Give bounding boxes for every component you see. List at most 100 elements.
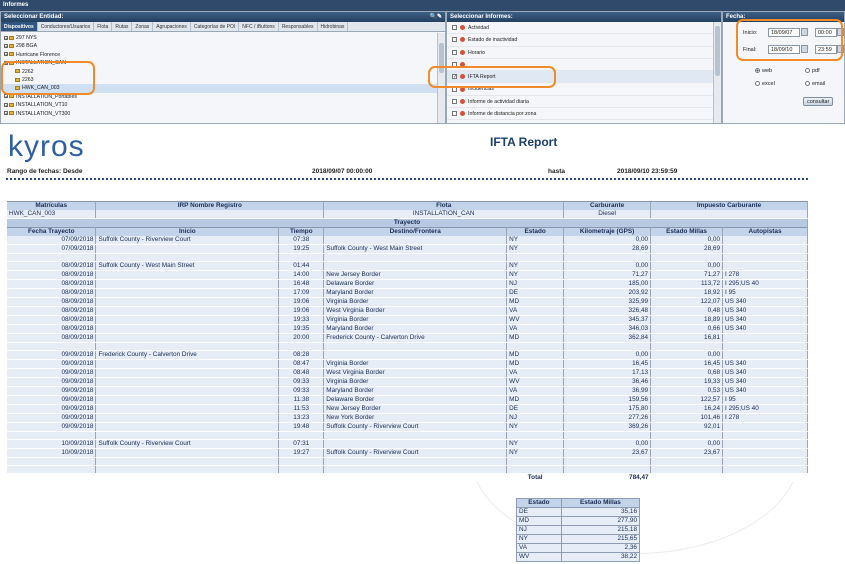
table-cell bbox=[323, 261, 508, 272]
range-label: Rango de fechas: Desde bbox=[7, 168, 83, 175]
table-cell: 71,27 bbox=[563, 270, 652, 281]
table-cell bbox=[506, 465, 565, 475]
tree-node[interactable]: + INSTALLATION_VT300 bbox=[3, 110, 443, 118]
consult-button[interactable]: consultar bbox=[803, 97, 834, 106]
table-row: Matrículas IRP Nombre Registro Flota Carbur… bbox=[7, 201, 808, 210]
tab-4[interactable]: Zonas bbox=[132, 22, 154, 31]
expand-toggle-icon[interactable]: + bbox=[4, 35, 8, 40]
table-cell bbox=[323, 457, 508, 467]
table-cell bbox=[650, 342, 724, 352]
tab-7[interactable]: NFC / iButtons bbox=[239, 22, 279, 31]
report-checkbox[interactable] bbox=[452, 49, 457, 55]
tab-6[interactable]: Categorías de POI bbox=[191, 22, 240, 31]
table-row: 08/09/2018 20:00 Frederick County - Calver… bbox=[7, 333, 808, 344]
format-excel-radio[interactable]: excel bbox=[755, 81, 775, 87]
tab-1[interactable]: Conductores/Usuarios bbox=[38, 22, 95, 31]
tab-2[interactable]: Flota bbox=[94, 22, 113, 31]
report-item[interactable]: Horario bbox=[447, 47, 715, 59]
format-email-radio[interactable]: email bbox=[805, 81, 825, 87]
table-cell: 01:44 bbox=[278, 261, 325, 272]
table-cell bbox=[722, 465, 808, 475]
table-cell bbox=[278, 431, 325, 441]
report-checkbox[interactable] bbox=[452, 98, 457, 104]
ifta-table: Matrículas IRP Nombre Registro Flota Carbur… bbox=[7, 201, 808, 483]
report-list-scrollbar[interactable] bbox=[713, 22, 721, 123]
table-cell: VA bbox=[506, 368, 565, 379]
table-cell: 14:00 bbox=[278, 270, 325, 281]
folder-icon bbox=[9, 111, 14, 116]
table-cell: 07:31 bbox=[278, 439, 325, 450]
table-cell: VA bbox=[506, 306, 565, 317]
table-row: 09/09/2018 08:47 Virginia Border MD 16,45 16,… bbox=[7, 359, 808, 370]
summary-row: WV 38,22 bbox=[516, 552, 641, 562]
table-cell bbox=[95, 448, 280, 459]
expand-toggle-icon[interactable]: + bbox=[4, 44, 8, 49]
table-cell: 09/09/2018 bbox=[7, 413, 97, 424]
expand-toggle-icon[interactable]: + bbox=[4, 102, 8, 107]
table-cell bbox=[95, 457, 280, 467]
tree-node[interactable]: + Hurricane Florence bbox=[3, 51, 443, 59]
table-cell: 13:23 bbox=[278, 413, 325, 424]
format-web-radio[interactable]: web bbox=[755, 68, 772, 74]
table-cell bbox=[323, 236, 508, 245]
table-cell bbox=[95, 395, 280, 406]
tree-node[interactable]: +298 BGA bbox=[3, 42, 443, 50]
table-cell: 23,67 bbox=[650, 448, 724, 459]
table-cell bbox=[95, 288, 280, 299]
table-cell: 113,72 bbox=[650, 279, 724, 290]
summary-header: Estado Estado Millas bbox=[516, 498, 641, 508]
table-cell: US 340 bbox=[722, 368, 808, 379]
table-cell bbox=[323, 253, 508, 263]
table-cell: I 295;US 40 bbox=[722, 279, 808, 290]
table-cell: NY bbox=[506, 244, 565, 254]
table-cell: Suffolk County - West Main Street bbox=[95, 261, 280, 272]
report-item[interactable]: Estado de inactividad bbox=[447, 34, 715, 47]
table-cell: 09/09/2018 bbox=[7, 404, 97, 415]
table-cell: 28,69 bbox=[650, 244, 724, 254]
table-cell: WV bbox=[506, 315, 565, 326]
table-cell: 0,68 bbox=[650, 368, 724, 379]
table-cell: US 340 bbox=[722, 297, 808, 308]
table-cell bbox=[650, 457, 724, 467]
summary-cell: 2,36 bbox=[560, 543, 641, 553]
tree-node[interactable]: + INSTALLATION_VT10 bbox=[3, 101, 443, 109]
table-cell: I 95 bbox=[722, 395, 808, 406]
table-cell bbox=[722, 350, 808, 361]
table-cell: Suffolk County - Riverview Court bbox=[323, 448, 508, 459]
tab-8[interactable]: Responsables bbox=[279, 22, 318, 31]
table-cell: 19:35 bbox=[278, 324, 325, 335]
table-cell: I 95 bbox=[722, 288, 808, 299]
table-cell: 19:06 bbox=[278, 306, 325, 317]
report-item-label: Horario bbox=[468, 49, 486, 56]
table-cell bbox=[323, 439, 508, 450]
expand-toggle-icon[interactable]: + bbox=[4, 52, 8, 57]
table-cell bbox=[506, 342, 565, 352]
report-item[interactable]: Informe de distancia por zona bbox=[447, 108, 715, 121]
table-cell bbox=[7, 431, 97, 441]
report-checkbox[interactable] bbox=[452, 25, 457, 31]
report-item[interactable]: Informe de actividad diaria bbox=[447, 96, 715, 109]
table-cell: US 340 bbox=[722, 315, 808, 326]
tab-5[interactable]: Agrupaciones bbox=[153, 22, 191, 31]
table-cell: 09/09/2018 bbox=[7, 422, 97, 433]
table-cell: Matrículas bbox=[7, 201, 97, 210]
table-cell: 71,27 bbox=[650, 270, 724, 281]
tab-0[interactable]: Dispositivos bbox=[1, 22, 38, 31]
table-cell: 07:38 bbox=[278, 236, 325, 245]
table-row bbox=[7, 431, 808, 441]
table-row bbox=[7, 253, 808, 263]
search-icon[interactable]: 🔍✎ bbox=[430, 13, 443, 20]
table-cell: VA bbox=[506, 386, 565, 397]
report-checkbox[interactable] bbox=[452, 111, 457, 117]
report-item[interactable]: Actividad bbox=[447, 22, 715, 35]
expand-toggle-icon[interactable]: + bbox=[4, 111, 8, 116]
table-cell: 07/09/2018 bbox=[7, 244, 97, 254]
table-cell: VA bbox=[506, 324, 565, 335]
tab-9[interactable]: Hidrobinas bbox=[318, 22, 349, 31]
tab-3[interactable]: Rutas bbox=[112, 22, 133, 31]
format-pdf-radio[interactable]: pdf bbox=[805, 68, 820, 74]
tree-node[interactable]: +297 NYS bbox=[3, 34, 443, 42]
report-checkbox[interactable] bbox=[452, 37, 457, 43]
table-cell: 09/09/2018 bbox=[7, 377, 97, 388]
table-cell: Virginia Border bbox=[323, 377, 508, 388]
